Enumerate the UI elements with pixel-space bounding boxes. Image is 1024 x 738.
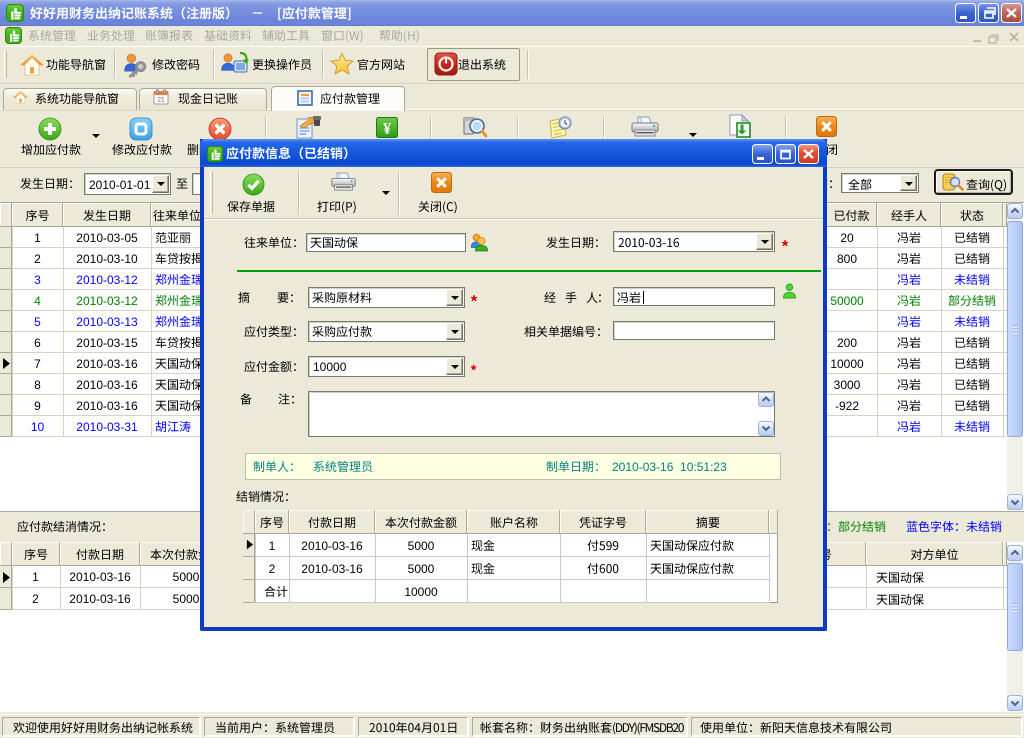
svg-text:¥: ¥: [383, 121, 391, 138]
svg-text:21: 21: [157, 97, 165, 104]
